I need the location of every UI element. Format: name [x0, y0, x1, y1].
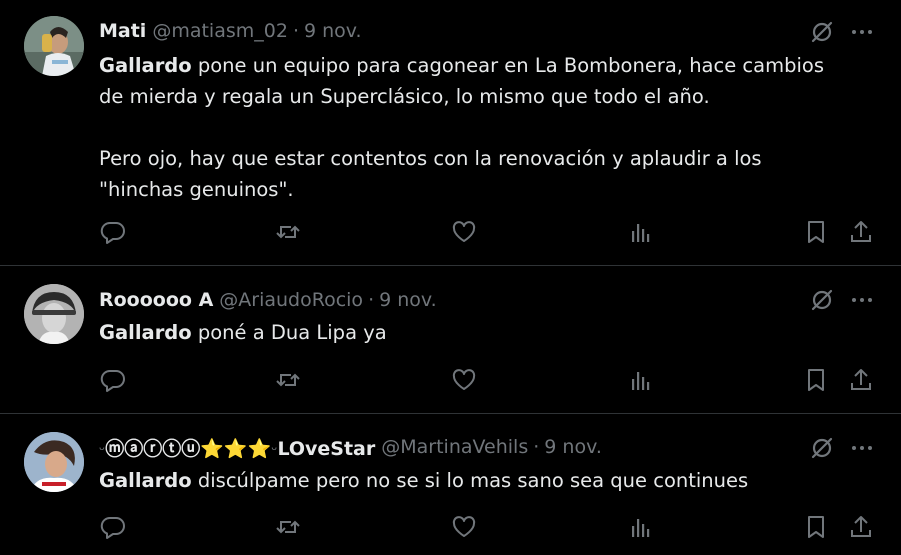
avatar[interactable] [24, 16, 84, 76]
mention-link[interactable]: Gallardo [99, 321, 192, 344]
avatar[interactable] [24, 284, 84, 344]
username[interactable]: @matiasm_02 [152, 20, 288, 42]
display-name[interactable]: Roooooo A [99, 289, 213, 311]
name-suffix: LOveStar [277, 437, 376, 460]
retweet-icon[interactable] [273, 512, 303, 542]
text-line: Pero ojo, hay que estar contentos con la… [99, 147, 762, 170]
text-span: poné a Dua Lipa ya [191, 321, 387, 344]
star-icon: ⭐⭐⭐ [200, 437, 272, 460]
grok-icon[interactable] [808, 18, 836, 46]
username[interactable]: @MartinaVehils [381, 436, 528, 458]
display-name[interactable]: Mati [99, 20, 146, 42]
more-icon[interactable] [848, 434, 876, 462]
action-bar [0, 365, 901, 395]
tweet-header: Mati @matiasm_02 · 9 nov. [99, 18, 362, 44]
text-line: Gallardo discúlpame pero no se si lo mas… [99, 465, 869, 496]
mention-link[interactable]: Gallardo [99, 469, 192, 492]
like-icon[interactable] [449, 217, 479, 247]
views-icon[interactable] [625, 217, 655, 247]
bookmark-icon[interactable] [801, 365, 831, 395]
reply-icon[interactable] [98, 217, 128, 247]
tweet-text: Gallardo pone un equipo para cagonear en… [99, 50, 869, 205]
timestamp[interactable]: 9 nov. [544, 436, 602, 458]
text-line: Gallardo pone un equipo para cagonear en… [99, 50, 869, 81]
reply-icon[interactable] [98, 512, 128, 542]
separator: · [292, 20, 299, 42]
text-span: pone un equipo para cagonear en La Bombo… [191, 54, 824, 77]
text-line: Gallardo poné a Dua Lipa ya [99, 317, 869, 348]
action-bar [0, 512, 901, 542]
display-name[interactable]: ᵕⓜⓐⓡⓣⓤ⭐⭐⭐ᵕLOveStar [99, 434, 375, 461]
share-icon[interactable] [846, 365, 876, 395]
views-icon[interactable] [625, 512, 655, 542]
text-line: de mierda y regala un Superclásico, lo m… [99, 85, 710, 108]
text-span: discúlpame pero no se si lo mas sano sea… [191, 469, 749, 492]
views-icon[interactable] [625, 365, 655, 395]
separator: · [368, 289, 375, 311]
like-icon[interactable] [449, 365, 479, 395]
username[interactable]: @AriaudoRocio [219, 289, 363, 311]
retweet-icon[interactable] [273, 365, 303, 395]
reply-icon[interactable] [98, 365, 128, 395]
bookmark-icon[interactable] [801, 512, 831, 542]
timestamp[interactable]: 9 nov. [379, 289, 437, 311]
tweet-header: Roooooo A @AriaudoRocio · 9 nov. [99, 287, 437, 313]
more-icon[interactable] [848, 286, 876, 314]
action-bar [0, 217, 901, 247]
avatar[interactable] [24, 432, 84, 492]
tweet-text: Gallardo poné a Dua Lipa ya [99, 317, 869, 348]
name-prefix: ⓜⓐⓡⓣⓤ [105, 437, 201, 460]
tweet-text: Gallardo discúlpame pero no se si lo mas… [99, 465, 869, 496]
grok-icon[interactable] [808, 434, 836, 462]
tweet[interactable]: Mati @matiasm_02 · 9 nov. Gallardo pone … [0, 0, 901, 265]
tweet[interactable]: Roooooo A @AriaudoRocio · 9 nov. Gallard… [0, 266, 901, 413]
grok-icon[interactable] [808, 286, 836, 314]
tweet[interactable]: ᵕⓜⓐⓡⓣⓤ⭐⭐⭐ᵕLOveStar @MartinaVehils · 9 no… [0, 414, 901, 555]
timestamp[interactable]: 9 nov. [304, 20, 362, 42]
more-icon[interactable] [848, 18, 876, 46]
separator: · [533, 436, 540, 458]
mention-link[interactable]: Gallardo [99, 54, 192, 77]
reply-feed: Mati @matiasm_02 · 9 nov. Gallardo pone … [0, 0, 901, 555]
like-icon[interactable] [449, 512, 479, 542]
share-icon[interactable] [846, 512, 876, 542]
share-icon[interactable] [846, 217, 876, 247]
bookmark-icon[interactable] [801, 217, 831, 247]
retweet-icon[interactable] [273, 217, 303, 247]
tweet-header: ᵕⓜⓐⓡⓣⓤ⭐⭐⭐ᵕLOveStar @MartinaVehils · 9 no… [99, 434, 602, 460]
text-line: "hinchas genuinos". [99, 178, 294, 201]
